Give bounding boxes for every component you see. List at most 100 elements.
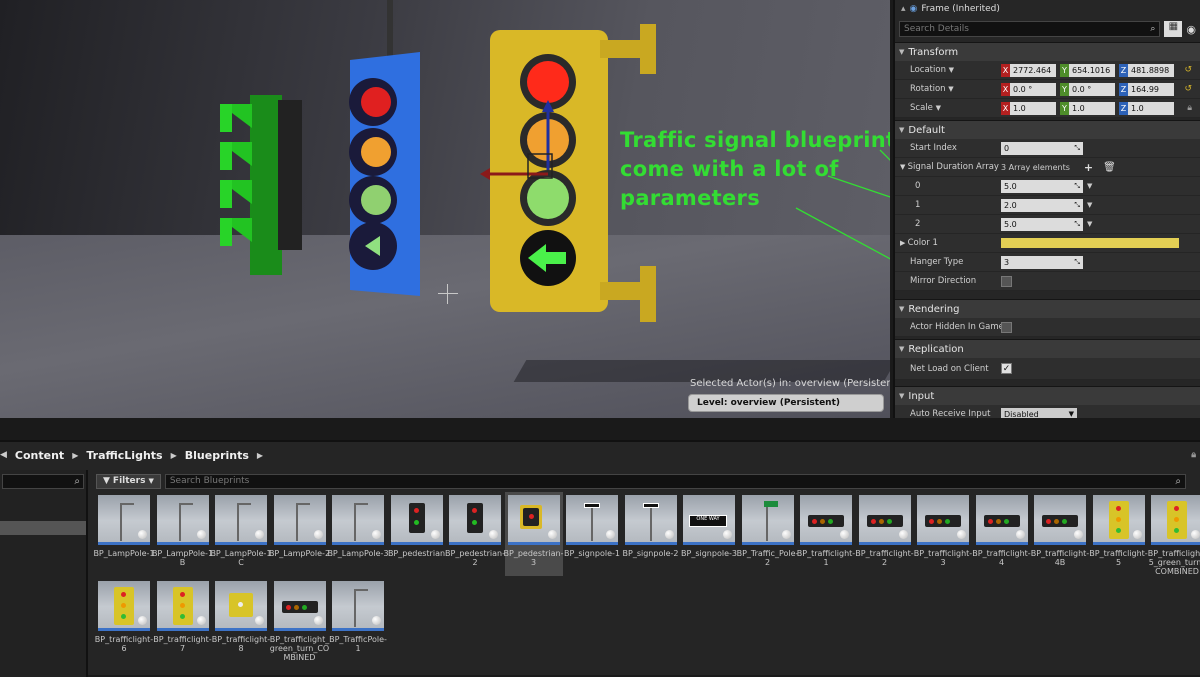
actor-hidden-label: Actor Hidden In Game — [910, 322, 1001, 332]
location-label[interactable]: Location ▼ — [895, 65, 1001, 75]
history-back-icon[interactable]: ◀ — [0, 450, 7, 460]
asset-tile[interactable]: ONE WAY BP_signpole-3 — [680, 492, 738, 576]
scale-row: Scale ▼ X 1.0 Y 1.0 Z 1.0 🔒︎ — [895, 99, 1200, 118]
asset-tile[interactable]: BP_trafficlight_green_turn_COMBINED — [270, 578, 329, 662]
location-x-field[interactable]: 2772.464 — [1010, 63, 1056, 77]
asset-tile[interactable]: BP_trafficlight-6 — [95, 578, 153, 662]
asset-tile[interactable]: BP_trafficlight-2 — [855, 492, 914, 576]
element-menu-icon[interactable]: ▼ — [1087, 201, 1092, 209]
asset-tile[interactable]: BP_trafficlight-5 — [1089, 492, 1148, 576]
scale-x-field[interactable]: 1.0 — [1010, 101, 1056, 115]
breadcrumb-blueprints[interactable]: Blueprints — [185, 449, 249, 462]
net-load-checkbox[interactable]: ✓ — [1001, 363, 1012, 374]
start-index-row: Start Index 0 ⤡ — [895, 139, 1200, 158]
rotation-z-field[interactable]: 164.99 — [1128, 82, 1174, 96]
asset-tile[interactable]: BP_TrafficPole-1 — [329, 578, 387, 662]
annotation-line-2: come with a lot of — [620, 157, 839, 181]
annotation-text: Traffic signal blueprints come with a lo… — [620, 126, 890, 213]
asset-tile[interactable]: BP_LampPole-2 — [269, 492, 330, 576]
lock-icon[interactable]: 🔒︎ — [1191, 450, 1196, 460]
details-header: ▴ ◉ Frame (Inherited) — [895, 0, 1200, 18]
pin-icon[interactable]: ▴ — [901, 4, 906, 14]
asset-tile[interactable]: BP_pedestrian — [388, 492, 446, 576]
asset-thumbnail — [98, 495, 150, 545]
reset-location-icon[interactable]: ↺ — [1184, 65, 1192, 75]
rotation-y-field[interactable]: 0.0 ° — [1069, 82, 1115, 96]
breadcrumb-separator-icon[interactable]: ▶ — [257, 451, 263, 460]
trash-icon[interactable]: 🗑︎ — [1103, 162, 1116, 173]
asset-tile[interactable]: BP_LampPole-1 — [93, 492, 155, 576]
asset-thumbnail — [858, 495, 911, 545]
asset-tile[interactable]: BP_trafficlight-5_green_turn_COMBINED — [1148, 492, 1200, 576]
location-z-field[interactable]: 481.8898 — [1128, 63, 1174, 77]
array-element-2-field[interactable]: 5.0 ⤡ — [1001, 217, 1083, 231]
color-label[interactable]: ▶ Color 1 — [895, 238, 1001, 248]
add-element-icon[interactable]: + — [1084, 161, 1093, 174]
section-rendering[interactable]: ▼ Rendering — [895, 299, 1200, 318]
hanger-type-field[interactable]: 3 ⤡ — [1001, 255, 1083, 269]
section-default[interactable]: ▼ Default — [895, 120, 1200, 139]
scale-y-field[interactable]: 1.0 — [1069, 101, 1115, 115]
asset-tile[interactable]: BP_signpole-2 — [622, 492, 680, 576]
breadcrumb-trafficlights[interactable]: TrafficLights — [86, 449, 162, 462]
asset-tile[interactable]: BP_pedestrian-2 — [445, 492, 505, 576]
signal-duration-row: ▼ Signal Duration Array 3 Array elements… — [895, 158, 1200, 177]
selected-folder-row[interactable] — [0, 521, 86, 535]
rotation-row: Rotation ▼ X 0.0 ° Y 0.0 ° Z 164.99 ↺ — [895, 80, 1200, 99]
element-menu-icon[interactable]: ▼ — [1087, 182, 1092, 190]
element-menu-icon[interactable]: ▼ — [1087, 220, 1092, 228]
asset-name: BP_trafficlight-1 — [796, 549, 856, 567]
array-count: 3 Array elements — [1001, 162, 1070, 172]
section-replication[interactable]: ▼ Replication — [895, 339, 1200, 358]
start-index-field[interactable]: 0 ⤡ — [1001, 141, 1083, 155]
asset-tile[interactable]: BP_LampPole-1C — [210, 492, 272, 576]
mirror-direction-checkbox[interactable] — [1001, 275, 1012, 287]
asset-thumbnail — [273, 581, 326, 631]
breadcrumb-content[interactable]: Content — [15, 449, 64, 462]
asset-tile[interactable]: BP_Traffic_Pole-2 — [736, 492, 799, 576]
asset-name: BP_Traffic_Pole-2 — [736, 549, 799, 567]
asset-tile[interactable]: BP_trafficlight-4 — [972, 492, 1031, 576]
eye-icon[interactable]: ◉ — [1186, 23, 1196, 36]
asset-tile[interactable]: BP_trafficlight-8 — [212, 578, 270, 662]
section-transform[interactable]: ▼ Transform — [895, 42, 1200, 61]
asset-tile[interactable]: BP_trafficlight-4B — [1031, 492, 1089, 576]
array-element-1-field[interactable]: 2.0 ⤡ — [1001, 198, 1083, 212]
asset-tile[interactable]: BP_trafficlight-1 — [797, 492, 855, 576]
rotation-x-field[interactable]: 0.0 ° — [1010, 82, 1056, 96]
current-level-badge[interactable]: Level: overview (Persistent) — [688, 394, 884, 412]
asset-search-input[interactable]: Search Blueprints ⌕ — [164, 473, 1186, 489]
asset-thumbnail — [741, 495, 794, 545]
location-y-field[interactable]: 654.1016 — [1069, 63, 1115, 77]
scale-label[interactable]: Scale ▼ — [895, 103, 1001, 113]
color-swatch[interactable] — [1001, 238, 1179, 248]
details-search-input[interactable]: Search Details ⌕ — [899, 21, 1161, 37]
breadcrumb-separator-icon[interactable]: ▶ — [72, 451, 78, 460]
array-element-0-field[interactable]: 5.0 ⤡ — [1001, 179, 1083, 193]
breadcrumb-separator-icon[interactable]: ▶ — [171, 451, 177, 460]
scale-z-field[interactable]: 1.0 — [1128, 101, 1174, 115]
lock-icon[interactable]: 🔒︎ — [1187, 103, 1192, 113]
rotation-label[interactable]: Rotation ▼ — [895, 84, 1001, 94]
asset-name: BP_trafficlight-2 — [855, 549, 914, 567]
content-browser: ◀ Content ▶ TrafficLights ▶ Blueprints ▶… — [0, 440, 1200, 677]
property-matrix-icon[interactable]: ▦ — [1164, 21, 1183, 37]
asset-name: BP_trafficlight-3 — [913, 549, 973, 567]
asset-tile[interactable]: BP_LampPole-3 — [327, 492, 389, 576]
folder-search-input[interactable]: ⌕ — [2, 474, 84, 489]
filters-button[interactable]: ▼ Filters ▼ — [96, 473, 161, 489]
level-viewport[interactable]: Traffic signal blueprints come with a lo… — [0, 0, 890, 418]
asset-tile[interactable]: BP_trafficlight-3 — [914, 492, 972, 576]
actor-hidden-checkbox[interactable] — [1001, 321, 1012, 333]
reset-rotation-icon[interactable]: ↺ — [1184, 84, 1192, 94]
hanger-type-row: Hanger Type 3 ⤡ — [895, 253, 1200, 272]
asset-thumbnail — [156, 495, 209, 545]
signal-duration-label[interactable]: ▼ Signal Duration Array — [895, 162, 1001, 172]
auto-receive-dropdown[interactable]: Disabled ▼ — [1001, 407, 1077, 418]
asset-tile[interactable]: BP_trafficlight-7 — [153, 578, 212, 662]
section-input[interactable]: ▼ Input — [895, 386, 1200, 405]
asset-tile[interactable]: BP_signpole-1 — [563, 492, 621, 576]
asset-name: BP_LampPole-1C — [210, 549, 272, 567]
asset-tile[interactable]: BP_pedestrian-3 — [504, 492, 564, 576]
asset-tile[interactable]: BP_LampPole-1B — [152, 492, 213, 576]
